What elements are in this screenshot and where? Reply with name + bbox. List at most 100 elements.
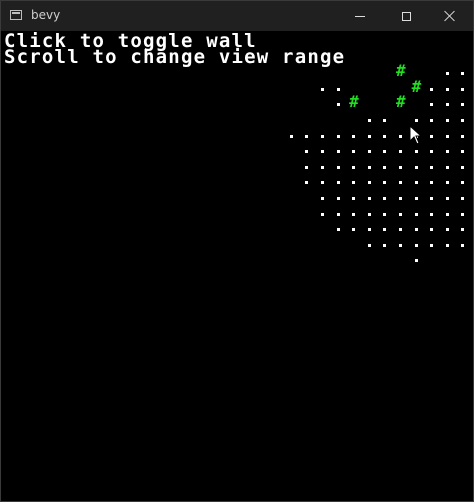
floor-tile[interactable] <box>284 126 300 142</box>
floor-tile[interactable] <box>440 219 456 235</box>
floor-tile[interactable] <box>346 204 362 220</box>
floor-tile[interactable] <box>455 172 471 188</box>
floor-tile[interactable] <box>455 204 471 220</box>
floor-tile[interactable] <box>377 126 393 142</box>
floor-tile[interactable] <box>299 157 315 173</box>
wall-tile[interactable]: # <box>409 79 425 95</box>
floor-tile[interactable] <box>393 157 409 173</box>
floor-tile[interactable] <box>315 157 331 173</box>
floor-tile[interactable] <box>377 157 393 173</box>
floor-tile[interactable] <box>440 157 456 173</box>
floor-tile[interactable] <box>440 188 456 204</box>
floor-tile[interactable] <box>315 204 331 220</box>
floor-tile[interactable] <box>455 110 471 126</box>
floor-tile[interactable] <box>455 141 471 157</box>
floor-tile[interactable] <box>455 188 471 204</box>
wall-tile[interactable]: # <box>393 63 409 79</box>
floor-tile[interactable] <box>315 141 331 157</box>
floor-tile[interactable] <box>346 188 362 204</box>
floor-tile[interactable] <box>455 63 471 79</box>
floor-tile[interactable] <box>346 172 362 188</box>
floor-tile[interactable] <box>424 141 440 157</box>
floor-tile[interactable] <box>377 235 393 251</box>
floor-tile[interactable] <box>409 250 425 266</box>
floor-tile[interactable] <box>331 157 347 173</box>
wall-tile[interactable]: # <box>346 94 362 110</box>
maximize-button[interactable] <box>383 1 429 31</box>
floor-tile[interactable] <box>362 126 378 142</box>
floor-tile[interactable] <box>440 204 456 220</box>
floor-tile[interactable] <box>346 219 362 235</box>
game-viewport[interactable]: Click to toggle wall Scroll to change vi… <box>3 32 471 499</box>
floor-tile[interactable] <box>331 204 347 220</box>
floor-tile[interactable] <box>299 126 315 142</box>
floor-tile[interactable] <box>424 188 440 204</box>
floor-tile[interactable] <box>346 141 362 157</box>
floor-tile[interactable] <box>393 126 409 142</box>
floor-tile[interactable] <box>455 79 471 95</box>
floor-tile[interactable] <box>299 172 315 188</box>
floor-tile[interactable] <box>440 141 456 157</box>
floor-tile[interactable] <box>455 235 471 251</box>
floor-tile[interactable] <box>315 188 331 204</box>
floor-tile[interactable] <box>409 157 425 173</box>
floor-tile[interactable] <box>331 94 347 110</box>
floor-tile[interactable] <box>424 157 440 173</box>
floor-tile[interactable] <box>331 79 347 95</box>
floor-tile[interactable] <box>315 172 331 188</box>
floor-tile[interactable] <box>377 172 393 188</box>
floor-tile[interactable] <box>331 188 347 204</box>
floor-tile[interactable] <box>299 141 315 157</box>
floor-tile[interactable] <box>455 94 471 110</box>
floor-tile[interactable] <box>424 219 440 235</box>
floor-tile[interactable] <box>409 204 425 220</box>
floor-tile[interactable] <box>331 219 347 235</box>
floor-tile[interactable] <box>377 219 393 235</box>
floor-tile[interactable] <box>409 235 425 251</box>
floor-tile[interactable] <box>424 79 440 95</box>
floor-tile[interactable] <box>424 126 440 142</box>
floor-tile[interactable] <box>393 141 409 157</box>
floor-tile[interactable] <box>424 110 440 126</box>
floor-tile[interactable] <box>455 219 471 235</box>
floor-tile[interactable] <box>455 126 471 142</box>
floor-tile[interactable] <box>409 110 425 126</box>
floor-tile[interactable] <box>346 126 362 142</box>
floor-tile[interactable] <box>440 110 456 126</box>
floor-tile[interactable] <box>362 204 378 220</box>
floor-tile[interactable] <box>362 172 378 188</box>
floor-tile[interactable] <box>393 204 409 220</box>
floor-tile[interactable] <box>424 235 440 251</box>
wall-tile[interactable]: # <box>393 94 409 110</box>
floor-tile[interactable] <box>440 94 456 110</box>
floor-tile[interactable] <box>362 219 378 235</box>
floor-tile[interactable] <box>346 157 362 173</box>
floor-tile[interactable] <box>362 235 378 251</box>
floor-tile[interactable] <box>440 79 456 95</box>
floor-tile[interactable] <box>331 172 347 188</box>
floor-tile[interactable] <box>362 157 378 173</box>
floor-tile[interactable] <box>393 188 409 204</box>
floor-tile[interactable] <box>440 172 456 188</box>
floor-tile[interactable] <box>393 235 409 251</box>
floor-tile[interactable] <box>315 79 331 95</box>
floor-tile[interactable] <box>362 188 378 204</box>
floor-tile[interactable] <box>409 188 425 204</box>
floor-tile[interactable] <box>331 141 347 157</box>
floor-tile[interactable] <box>393 219 409 235</box>
floor-tile[interactable] <box>440 63 456 79</box>
floor-tile[interactable] <box>393 172 409 188</box>
floor-tile[interactable] <box>424 172 440 188</box>
floor-tile[interactable] <box>377 141 393 157</box>
floor-tile[interactable] <box>331 126 347 142</box>
floor-tile[interactable] <box>362 110 378 126</box>
title-bar[interactable]: bevy <box>1 1 473 31</box>
close-button[interactable] <box>427 1 473 31</box>
minimize-button[interactable] <box>337 1 383 31</box>
floor-tile[interactable] <box>440 235 456 251</box>
floor-tile[interactable] <box>440 126 456 142</box>
floor-tile[interactable] <box>377 188 393 204</box>
floor-tile[interactable] <box>455 157 471 173</box>
floor-tile[interactable] <box>409 219 425 235</box>
floor-tile[interactable] <box>409 172 425 188</box>
